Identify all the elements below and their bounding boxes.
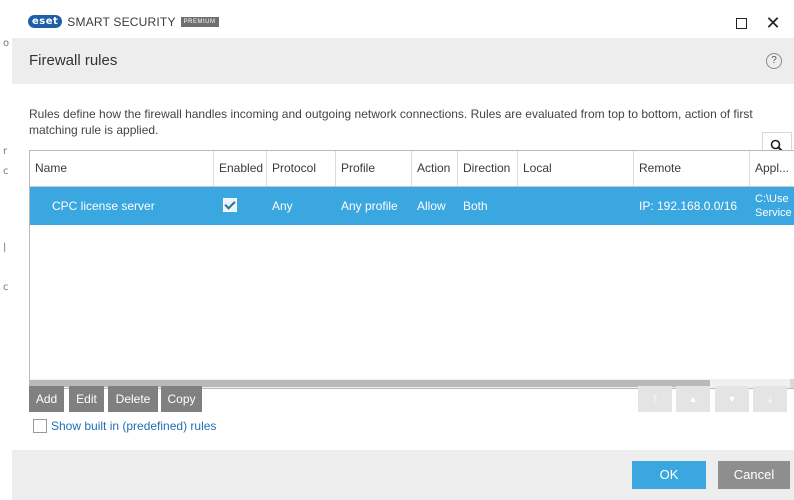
- move-to-top-button[interactable]: ⤒: [638, 386, 672, 412]
- cell-enabled: [214, 187, 267, 225]
- eset-logo: eset: [28, 15, 63, 28]
- copy-button[interactable]: Copy: [161, 386, 202, 412]
- cell-application: C:\Use Service: [750, 187, 794, 225]
- column-header-action[interactable]: Action: [412, 151, 458, 186]
- column-header-profile[interactable]: Profile: [336, 151, 412, 186]
- cancel-button[interactable]: Cancel: [718, 461, 790, 489]
- column-header-application[interactable]: Appl...: [750, 151, 794, 186]
- cell-direction: Both: [463, 199, 488, 213]
- triangle-down-icon: ▼: [727, 394, 737, 404]
- add-button[interactable]: Add: [29, 386, 64, 412]
- edition-badge: PREMIUM: [180, 16, 219, 27]
- show-builtin-rules-checkbox[interactable]: [33, 419, 47, 433]
- dialog-footer: OK Cancel: [12, 450, 794, 500]
- help-icon[interactable]: ?: [766, 53, 782, 69]
- cell-protocol: Any: [272, 199, 293, 213]
- cell-name: CPC license server: [52, 199, 155, 213]
- close-button[interactable]: ✕: [762, 12, 784, 34]
- cell-profile: Any profile: [341, 199, 398, 213]
- show-builtin-rules-label[interactable]: Show built in (predefined) rules: [51, 419, 216, 433]
- maximize-button[interactable]: [730, 12, 752, 34]
- move-to-bottom-icon: ⤓: [768, 393, 772, 404]
- scroll-right-arrow[interactable]: [790, 379, 794, 388]
- delete-button[interactable]: Delete: [108, 386, 158, 412]
- enabled-checkbox[interactable]: [223, 198, 237, 212]
- firewall-rules-dialog: eset SMART SECURITY PREMIUM ✕ Firewall r…: [12, 6, 794, 500]
- application-line-2: Service: [755, 207, 792, 219]
- maximize-icon: [735, 17, 747, 29]
- move-to-top-icon: ⤒: [653, 393, 657, 404]
- cell-local: [518, 187, 634, 225]
- rules-table: Name Enabled Protocol Profile Action Dir…: [29, 150, 794, 389]
- column-header-remote[interactable]: Remote: [634, 151, 750, 186]
- column-header-protocol[interactable]: Protocol: [267, 151, 336, 186]
- column-header-enabled[interactable]: Enabled: [214, 151, 267, 186]
- column-header-local[interactable]: Local: [518, 151, 634, 186]
- cell-action: Allow: [417, 199, 446, 213]
- column-header-name[interactable]: Name: [30, 151, 214, 186]
- page-title: Firewall rules: [29, 52, 118, 69]
- move-down-button[interactable]: ▼: [715, 386, 749, 412]
- cell-remote: IP: 192.168.0.0/16: [639, 199, 738, 213]
- edit-button[interactable]: Edit: [69, 386, 104, 412]
- page-header: Firewall rules ?: [12, 38, 794, 84]
- close-icon: ✕: [765, 12, 781, 33]
- app-logo: eset SMART SECURITY PREMIUM: [28, 14, 219, 29]
- move-to-bottom-button[interactable]: ⤓: [753, 386, 787, 412]
- title-bar: eset SMART SECURITY PREMIUM ✕: [12, 6, 794, 38]
- move-up-button[interactable]: ▲: [676, 386, 710, 412]
- application-line-1: C:\Use: [755, 193, 789, 205]
- table-row[interactable]: CPC license server Any Any profile Allow…: [30, 187, 794, 225]
- rules-description: Rules define how the firewall handles in…: [29, 107, 753, 137]
- product-name: SMART SECURITY: [67, 14, 176, 29]
- triangle-up-icon: ▲: [688, 394, 698, 404]
- show-builtin-rules-option[interactable]: Show built in (predefined) rules: [33, 419, 216, 433]
- ok-button[interactable]: OK: [632, 461, 706, 489]
- table-header: Name Enabled Protocol Profile Action Dir…: [30, 151, 794, 187]
- column-header-direction[interactable]: Direction: [458, 151, 518, 186]
